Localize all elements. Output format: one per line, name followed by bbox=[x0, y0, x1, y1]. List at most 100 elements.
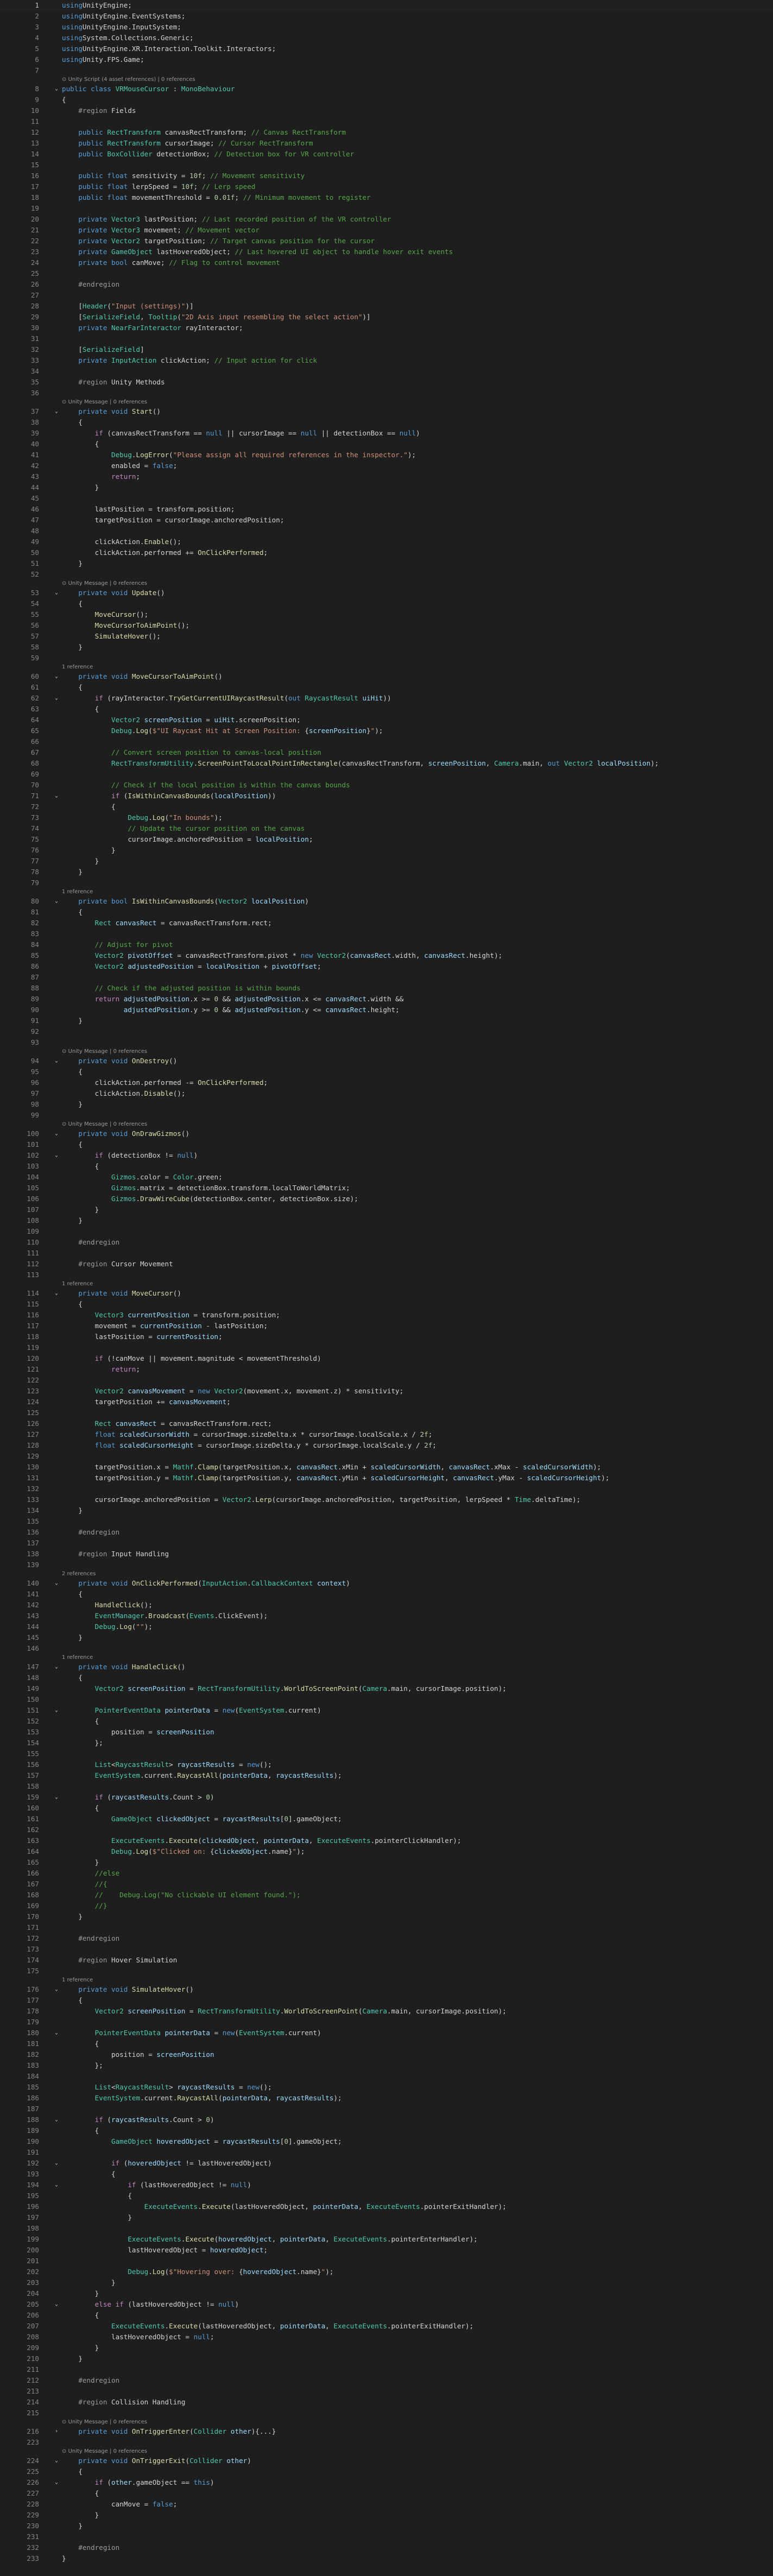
code-line[interactable]: 178 Vector2 screenPosition = RectTransfo… bbox=[0, 2006, 773, 2017]
code-line[interactable]: 87 bbox=[0, 972, 773, 983]
code-line[interactable]: 174 #region Hover Simulation bbox=[0, 1955, 773, 1966]
code-line[interactable]: 194 ⌄ if (lastHoveredObject != null) bbox=[0, 2180, 773, 2190]
code-line[interactable]: 163 ExecuteEvents.Execute(clickedObject,… bbox=[0, 1835, 773, 1846]
code-line[interactable]: 7 bbox=[0, 65, 773, 76]
code-line[interactable]: 144 Debug.Log(""); bbox=[0, 1621, 773, 1632]
code-line[interactable]: 80 ⌄ private bool IsWithinCanvasBounds(Ve… bbox=[0, 896, 773, 907]
code-line[interactable]: 6 usingUnity.FPS.Game; bbox=[0, 54, 773, 65]
codelens-text[interactable]: 1 reference bbox=[62, 1654, 93, 1662]
code-line[interactable]: 135 bbox=[0, 1516, 773, 1527]
code-line[interactable]: 15 bbox=[0, 160, 773, 171]
code-line[interactable]: 216 › private void OnTriggerEnter(Collide… bbox=[0, 2426, 773, 2437]
codelens-text[interactable]: 1 reference bbox=[62, 664, 93, 671]
code-line[interactable]: 119 bbox=[0, 1342, 773, 1353]
code-line[interactable]: 134 } bbox=[0, 1505, 773, 1516]
code-line[interactable]: 92 bbox=[0, 1026, 773, 1037]
code-line[interactable]: 146 bbox=[0, 1643, 773, 1654]
code-line[interactable]: 125 bbox=[0, 1407, 773, 1418]
code-line[interactable]: 44 } bbox=[0, 482, 773, 493]
code-line[interactable]: 184 bbox=[0, 2071, 773, 2082]
code-line[interactable]: 114 ⌄ private void MoveCursor() bbox=[0, 1288, 773, 1299]
code-line[interactable]: 156 List<RaycastResult> raycastResults =… bbox=[0, 1759, 773, 1770]
code-line[interactable]: 58 } bbox=[0, 642, 773, 653]
code-line[interactable]: 180 ⌄ PointerEventData pointerData = new(… bbox=[0, 2028, 773, 2038]
fold-chevron-icon[interactable]: ⌄ bbox=[53, 1150, 60, 1161]
code-line[interactable]: 123 Vector2 canvasMovement = new Vector2… bbox=[0, 1386, 773, 1397]
code-line[interactable]: 195 { bbox=[0, 2190, 773, 2201]
code-line[interactable]: 137 bbox=[0, 1538, 773, 1549]
code-line[interactable]: 50 clickAction.performed += OnClickPerfo… bbox=[0, 547, 773, 558]
code-line[interactable]: 25 bbox=[0, 268, 773, 279]
fold-chevron-icon[interactable]: ⌄ bbox=[53, 1792, 60, 1803]
codelens-hint[interactable]: ⊙ Unity Message | 0 references bbox=[0, 580, 773, 588]
code-line[interactable]: 196 ExecuteEvents.Execute(lastHoveredObj… bbox=[0, 2201, 773, 2212]
code-line[interactable]: 200 lastHoveredObject = hoveredObject; bbox=[0, 2245, 773, 2256]
code-line[interactable]: 149 Vector2 screenPosition = RectTransfo… bbox=[0, 1683, 773, 1694]
code-line[interactable]: 118 lastPosition = currentPosition; bbox=[0, 1331, 773, 1342]
fold-chevron-icon[interactable]: ⌄ bbox=[53, 1288, 60, 1299]
fold-chevron-icon[interactable]: ⌄ bbox=[53, 1705, 60, 1716]
code-line[interactable]: 54 { bbox=[0, 598, 773, 609]
code-line[interactable]: 158 bbox=[0, 1781, 773, 1792]
code-line[interactable]: 46 lastPosition = transform.position; bbox=[0, 504, 773, 515]
code-line[interactable]: 190 GameObject hoveredObject = raycastRe… bbox=[0, 2136, 773, 2147]
code-line[interactable]: 153 position = screenPosition bbox=[0, 1727, 773, 1738]
code-line[interactable]: 91 } bbox=[0, 1015, 773, 1026]
code-line[interactable]: 182 position = screenPosition bbox=[0, 2049, 773, 2060]
codelens-text[interactable]: ⊙ Unity Script (4 asset references) | 0 … bbox=[62, 76, 195, 84]
codelens-hint[interactable]: 1 reference bbox=[0, 1654, 773, 1662]
code-line[interactable]: 112 #region Cursor Movement bbox=[0, 1259, 773, 1270]
code-line[interactable]: 188 ⌄ if (raycastResults.Count > 0) bbox=[0, 2114, 773, 2125]
code-line[interactable]: 48 bbox=[0, 526, 773, 536]
code-line[interactable]: 18 public float movementThreshold = 0.01… bbox=[0, 192, 773, 203]
code-line[interactable]: 95 { bbox=[0, 1066, 773, 1077]
code-line[interactable]: 108 } bbox=[0, 1215, 773, 1226]
code-line[interactable]: 42 enabled = false; bbox=[0, 460, 773, 471]
code-line[interactable]: 2 usingUnityEngine.EventSystems; bbox=[0, 11, 773, 22]
code-line[interactable]: 67 // Convert screen position to canvas-… bbox=[0, 747, 773, 758]
code-line[interactable]: 23 private GameObject lastHoveredObject;… bbox=[0, 247, 773, 257]
code-line[interactable]: 185 List<RaycastResult> raycastResults =… bbox=[0, 2082, 773, 2093]
codelens-hint[interactable]: ⊙ Unity Message | 0 references bbox=[0, 2419, 773, 2426]
code-line[interactable]: 166 //else bbox=[0, 1868, 773, 1879]
codelens-text[interactable]: 1 reference bbox=[62, 1977, 93, 1984]
code-line[interactable]: 143 EventManager.Broadcast(Events.ClickE… bbox=[0, 1611, 773, 1621]
code-line[interactable]: 197 } bbox=[0, 2212, 773, 2223]
code-line[interactable]: 140 ⌄ private void OnClickPerformed(Input… bbox=[0, 1578, 773, 1589]
code-line[interactable]: 62 ⌄ if (rayInteractor.TryGetCurrentUIRay… bbox=[0, 693, 773, 704]
code-line[interactable]: 201 bbox=[0, 2256, 773, 2266]
code-line[interactable]: 115 { bbox=[0, 1299, 773, 1310]
code-line[interactable]: 45 bbox=[0, 493, 773, 504]
code-line[interactable]: 211 bbox=[0, 2364, 773, 2375]
code-line[interactable]: 205 ⌄ else if (lastHoveredObject != null) bbox=[0, 2299, 773, 2310]
code-line[interactable]: 186 EventSystem.current.RaycastAll(point… bbox=[0, 2093, 773, 2104]
code-line[interactable]: 55 MoveCursor(); bbox=[0, 609, 773, 620]
code-line[interactable]: 72 { bbox=[0, 801, 773, 812]
code-line[interactable]: 225 { bbox=[0, 2466, 773, 2477]
fold-chevron-icon[interactable]: ⌄ bbox=[53, 1578, 60, 1589]
code-line[interactable]: 43 return; bbox=[0, 471, 773, 482]
code-line[interactable]: 31 bbox=[0, 333, 773, 344]
code-line[interactable]: 10 #region Fields bbox=[0, 105, 773, 116]
code-line[interactable]: 102 ⌄ if (detectionBox != null) bbox=[0, 1150, 773, 1161]
code-line[interactable]: 41 Debug.LogError("Please assign all req… bbox=[0, 450, 773, 460]
code-line[interactable]: 141 { bbox=[0, 1589, 773, 1600]
code-line[interactable]: 96 clickAction.performed -= OnClickPerfo… bbox=[0, 1077, 773, 1088]
code-line[interactable]: 231 bbox=[0, 2531, 773, 2542]
fold-chevron-icon[interactable]: ⌄ bbox=[53, 671, 60, 682]
codelens-text[interactable]: 1 reference bbox=[62, 1280, 93, 1288]
fold-chevron-icon[interactable]: ⌄ bbox=[53, 2028, 60, 2038]
code-line[interactable]: 206 { bbox=[0, 2310, 773, 2321]
code-line[interactable]: 128 float scaledCursorHeight = cursorIma… bbox=[0, 1440, 773, 1451]
code-line[interactable]: 59 bbox=[0, 653, 773, 664]
code-line[interactable]: 164 Debug.Log($"Clicked on: {clickedObje… bbox=[0, 1846, 773, 1857]
code-line[interactable]: 73 Debug.Log("In bounds"); bbox=[0, 812, 773, 823]
code-line[interactable]: 106 Gizmos.DrawWireCube(detectionBox.cen… bbox=[0, 1194, 773, 1204]
fold-chevron-icon[interactable]: ⌄ bbox=[53, 791, 60, 801]
code-line[interactable]: 154 }; bbox=[0, 1738, 773, 1748]
code-line[interactable]: 191 bbox=[0, 2147, 773, 2158]
fold-chevron-icon[interactable]: ⌄ bbox=[53, 1056, 60, 1066]
fold-chevron-icon[interactable]: ⌄ bbox=[53, 693, 60, 704]
codelens-text[interactable]: ⊙ Unity Message | 0 references bbox=[62, 580, 147, 588]
codelens-hint[interactable]: 2 references bbox=[0, 1570, 773, 1578]
